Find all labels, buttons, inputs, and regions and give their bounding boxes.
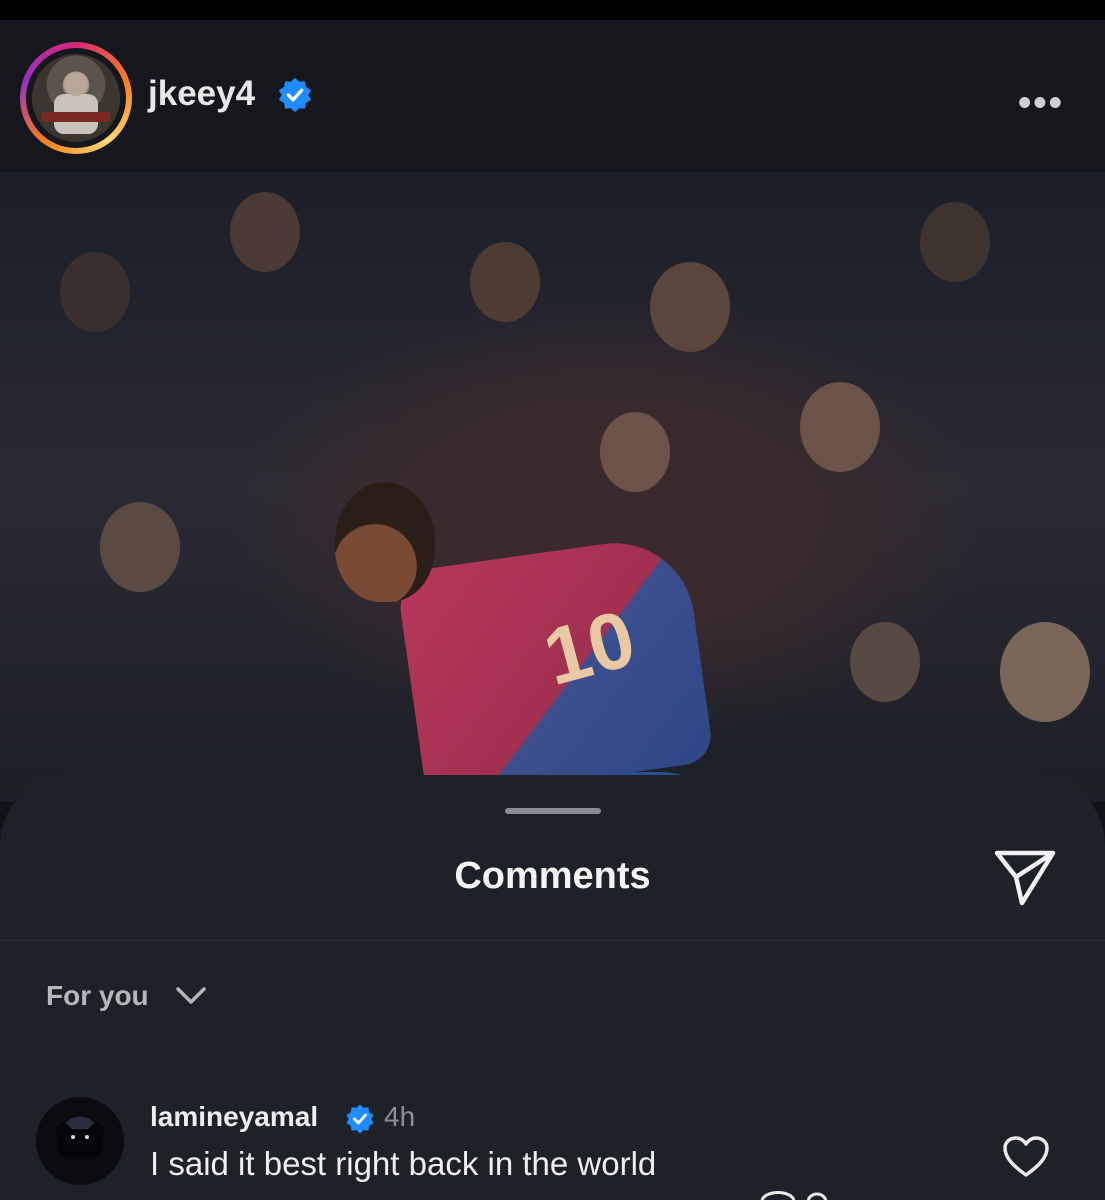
filter-label: For you bbox=[46, 980, 149, 1011]
crowd bbox=[60, 252, 130, 332]
profile-avatar[interactable] bbox=[20, 42, 132, 154]
commenter-avatar[interactable] bbox=[36, 1097, 124, 1185]
partial-reaction-icon bbox=[760, 1191, 828, 1200]
post-username[interactable]: jkeey4 bbox=[148, 74, 255, 114]
player-head bbox=[335, 482, 435, 602]
heart-icon[interactable] bbox=[1002, 1135, 1050, 1179]
status-bar bbox=[0, 0, 1105, 20]
comment-filter-dropdown[interactable]: For you bbox=[46, 980, 207, 1012]
more-options-icon[interactable]: ••• bbox=[1018, 82, 1064, 125]
avatar-image bbox=[32, 54, 120, 142]
post-header: jkeey4 ••• bbox=[0, 20, 1105, 172]
verified-badge-icon bbox=[346, 1104, 374, 1134]
comments-title: Comments bbox=[454, 855, 651, 897]
sheet-grabber[interactable] bbox=[505, 808, 601, 814]
post-photo[interactable]: 10 bbox=[0, 172, 1105, 802]
divider bbox=[0, 940, 1105, 941]
verified-badge-icon bbox=[278, 77, 312, 113]
send-icon[interactable] bbox=[992, 847, 1058, 907]
comment-text: I said it best right back in the world bbox=[150, 1145, 657, 1182]
comments-sheet: Comments For you lamineyamal 4h I said i… bbox=[0, 775, 1105, 1200]
chevron-down-icon bbox=[175, 987, 206, 1004]
comment-time: 4h bbox=[384, 1101, 416, 1132]
comment-username[interactable]: lamineyamal bbox=[150, 1101, 318, 1133]
